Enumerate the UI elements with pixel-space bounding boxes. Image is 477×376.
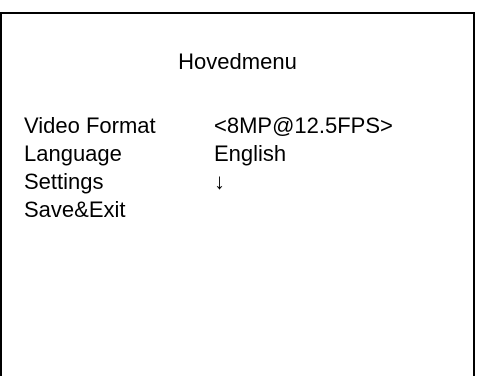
menu-item-label: Settings <box>24 169 104 194</box>
menu-title: Hovedmenu <box>178 49 297 74</box>
menu-item-label: Save&Exit <box>24 197 126 222</box>
menu-item-language[interactable]: Language English <box>24 140 393 168</box>
menu-list: Video Format <8MP@12.5FPS> Language Engl… <box>24 112 393 224</box>
menu-item-label: Video Format <box>24 113 156 138</box>
language-value[interactable]: English <box>214 141 286 167</box>
video-format-value[interactable]: <8MP@12.5FPS> <box>214 113 393 139</box>
menu-item-settings[interactable]: Settings ↓ <box>24 168 393 196</box>
submenu-arrow-icon[interactable]: ↓ <box>214 169 225 195</box>
menu-item-label: Language <box>24 141 122 166</box>
menu-item-video-format[interactable]: Video Format <8MP@12.5FPS> <box>24 112 393 140</box>
menu-item-save-exit[interactable]: Save&Exit <box>24 196 393 224</box>
osd-main-menu: Hovedmenu Video Format <8MP@12.5FPS> Lan… <box>0 12 475 376</box>
